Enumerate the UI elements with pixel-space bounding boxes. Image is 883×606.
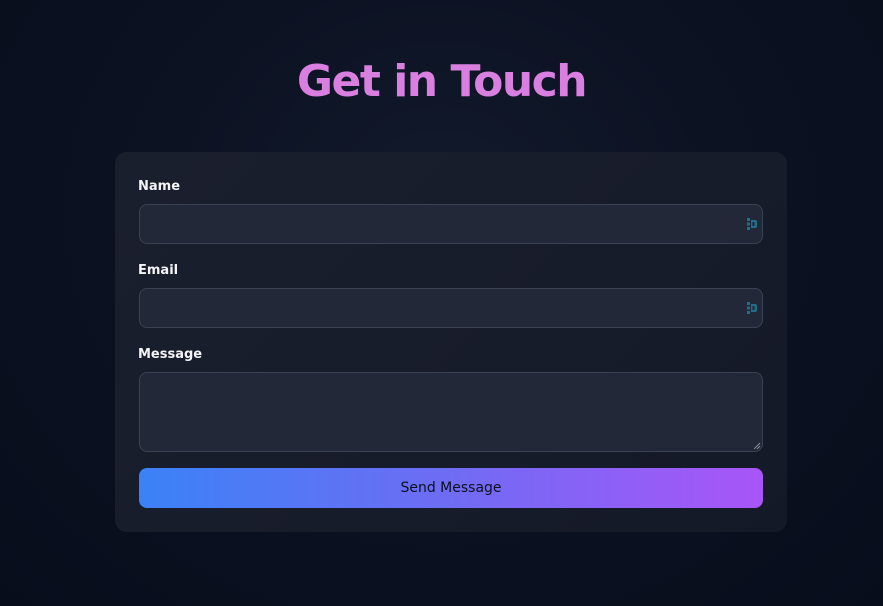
- send-message-button[interactable]: Send Message: [139, 468, 763, 508]
- name-input[interactable]: [139, 204, 763, 244]
- email-input[interactable]: [139, 288, 763, 328]
- resize-grip-icon[interactable]: [753, 442, 761, 450]
- message-textarea[interactable]: [139, 372, 763, 452]
- contact-form-card: Name Email Message Send Message: [115, 152, 787, 532]
- name-label: Name: [138, 179, 181, 194]
- autofill-icon[interactable]: [747, 218, 757, 230]
- message-label: Message: [138, 347, 203, 362]
- email-label: Email: [138, 263, 179, 278]
- page-title: Get in Touch: [296, 56, 588, 107]
- autofill-icon[interactable]: [747, 302, 757, 314]
